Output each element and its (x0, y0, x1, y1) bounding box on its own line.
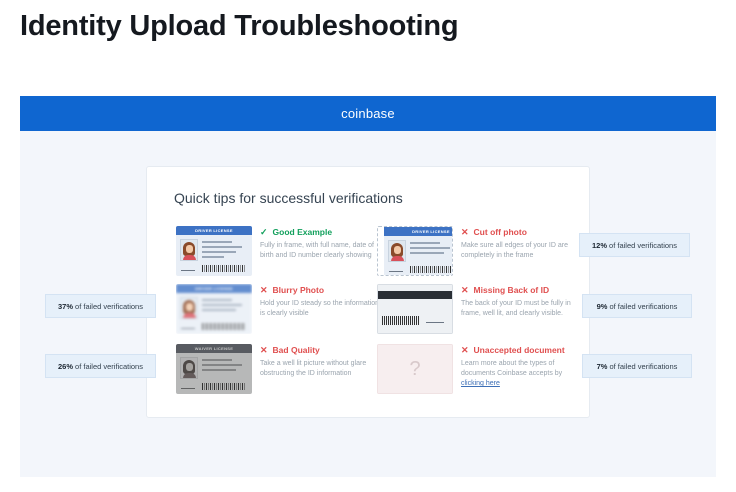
id-card-gray-image: WAIVER LICENSE (176, 344, 252, 394)
tip-bad-quality: WAIVER LICENSE ✕ Bad Quality Take a well … (176, 344, 386, 396)
x-icon: ✕ (260, 344, 268, 355)
tip-heading: Good Example (272, 227, 333, 237)
tips-card: Quick tips for successful verifications … (146, 166, 590, 418)
brand-banner: coinbase (20, 96, 716, 131)
unaccepted-document-image: ? (377, 344, 453, 394)
x-icon: ✕ (260, 284, 268, 295)
stat-missing-back: 9% of failed verifications (582, 294, 692, 318)
page-title: Identity Upload Troubleshooting (20, 10, 459, 42)
id-card-image: DRIVER LICENSE (176, 226, 252, 276)
tip-description: The back of your ID must be fully in fra… (461, 300, 571, 317)
x-icon: ✕ (461, 344, 469, 355)
tip-good-example: DRIVER LICENSE ✓ Good Example Fully in fr… (176, 226, 386, 278)
id-card-blurry-image: DRIVER LICENSE (176, 284, 252, 334)
x-icon: ✕ (461, 226, 469, 237)
question-icon: ? (409, 357, 421, 380)
infographic: coinbase Quick tips for successful verif… (20, 96, 716, 477)
tips-card-title: Quick tips for successful verifications (174, 190, 403, 206)
tip-heading: Cut off photo (473, 227, 527, 237)
stat-blurry-photo: 37% of failed verifications (45, 294, 156, 318)
id-card-back-image (377, 284, 453, 334)
coinbase-logo: coinbase (341, 106, 395, 121)
tip-heading: Bad Quality (272, 345, 320, 355)
tip-missing-back: ✕ Missing Back of ID The back of your ID … (377, 284, 587, 336)
x-icon: ✕ (461, 284, 469, 295)
tip-heading: Unaccepted document (473, 345, 565, 355)
id-card-cutoff-image: DRIVER LICENSE (377, 226, 453, 276)
tip-description: Hold your ID steady so the information i… (260, 300, 380, 317)
tip-blurry-photo: DRIVER LICENSE ✕ Blurry Photo Hold your I… (176, 284, 386, 336)
stat-cut-off-photo: 12% of failed verifications (579, 233, 690, 257)
stat-unaccepted-document: 7% of failed verifications (582, 354, 692, 378)
tip-description: Make sure all edges of your ID are compl… (461, 242, 568, 259)
tip-unaccepted-document: ? ✕ Unaccepted document Learn more about … (377, 344, 587, 396)
tip-heading: Missing Back of ID (473, 285, 550, 295)
tip-description: Learn more about the types of documents … (461, 360, 563, 377)
tip-heading: Blurry Photo (272, 285, 325, 295)
tip-description: Take a well lit picture without glare ob… (260, 360, 367, 377)
clicking-here-link[interactable]: clicking here (461, 380, 500, 387)
tip-cut-off-photo: DRIVER LICENSE ✕ Cut off photo Make sure … (377, 226, 587, 278)
stat-bad-quality: 26% of failed verifications (45, 354, 156, 378)
check-icon: ✓ (260, 226, 268, 237)
tip-description: Fully in frame, with full name, date of … (260, 242, 374, 259)
